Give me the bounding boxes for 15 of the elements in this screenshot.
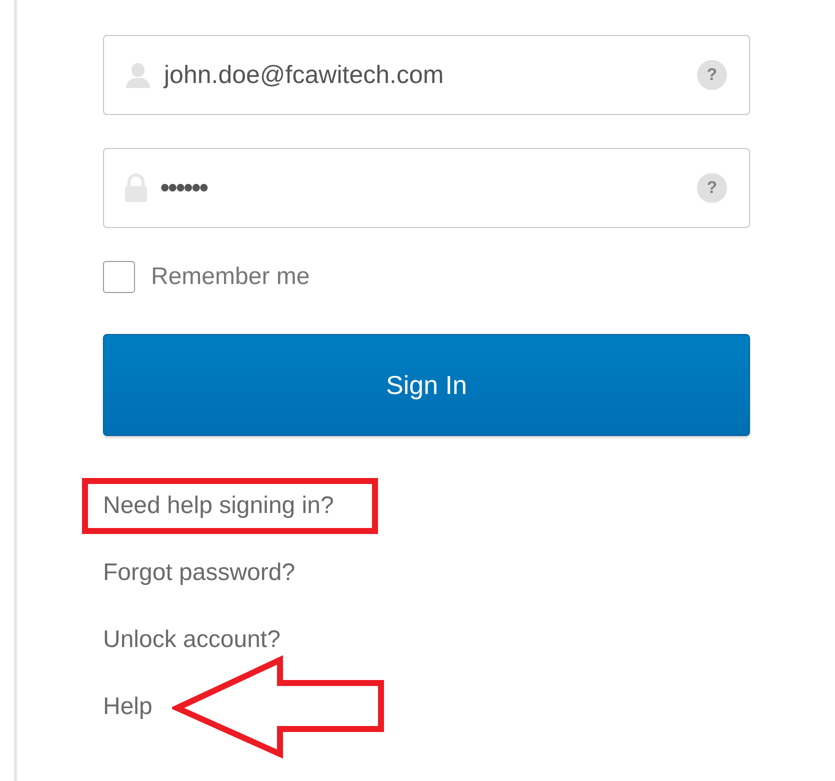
person-icon (124, 61, 152, 89)
help-link[interactable]: Need help signing in? (103, 491, 334, 522)
field-text: john.doe@fcawitech.com (164, 60, 445, 90)
help-link[interactable]: Forgot password? (103, 558, 296, 588)
help-icon[interactable]: ? (697, 60, 727, 90)
lock-icon (124, 173, 148, 203)
password-field[interactable]: •••••• ? (103, 148, 750, 228)
help-link[interactable]: Help (103, 692, 152, 722)
help-link[interactable]: Unlock account? (103, 625, 280, 656)
remember-label: Remember me (151, 263, 310, 291)
sign-in-button[interactable]: Sign In (103, 334, 750, 436)
email-field[interactable]: john.doe@fcawitech.com ? (103, 35, 750, 115)
help-icon[interactable]: ? (697, 173, 727, 203)
remember-checkbox[interactable] (103, 261, 135, 293)
field-text: •••••• (160, 172, 208, 204)
